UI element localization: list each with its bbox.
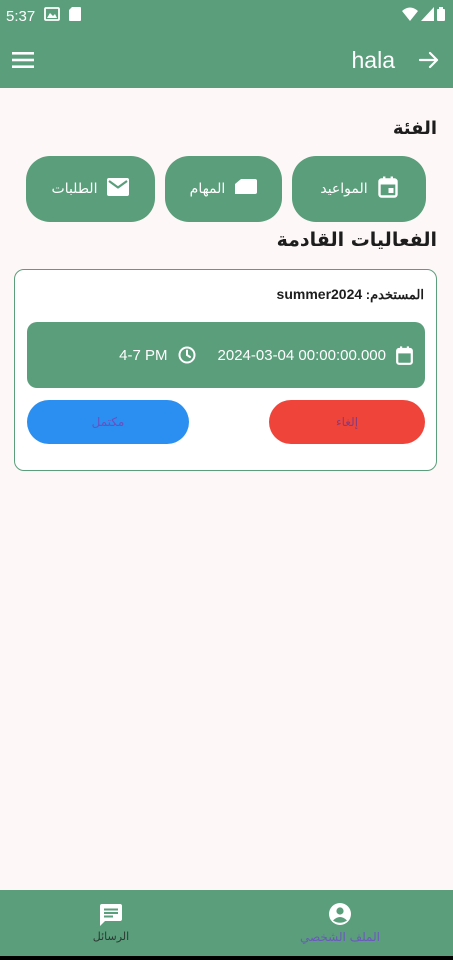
system-navigation-bar [0,956,453,960]
event-card: المستخدم: summer2024 4-7 PM 2024-03-04 0… [14,269,437,471]
gallery-notification-icon [44,7,61,25]
account-circle-icon [328,902,352,926]
complete-button[interactable]: مكتمل [27,400,189,444]
clock-icon [178,346,196,364]
chat-icon [100,903,122,926]
nav-profile[interactable]: الملف الشخصي [280,890,400,956]
battery-icon [437,7,445,25]
nav-profile-label: الملف الشخصي [300,930,380,944]
upcoming-events-heading: الفعاليات القادمة [276,229,437,251]
cancel-button[interactable]: إلغاء [269,400,425,444]
calendar-icon [377,176,398,202]
category-label: الطلبات [51,181,98,197]
category-appointments-button[interactable]: المواعيد [292,156,426,222]
time-range: 4-7 PM [119,346,168,364]
signal-icon [421,7,434,25]
category-label: المهام [189,181,226,197]
nav-messages[interactable]: الرسائل [56,890,166,956]
mail-icon [107,178,130,200]
nav-messages-label: الرسائل [92,929,130,943]
label-icon [235,179,258,199]
event-details: 4-7 PM 2024-03-04 00:00:00.000 [27,322,425,388]
page-title: hala [351,46,395,73]
arrow-forward-icon[interactable] [419,51,439,69]
status-bar: 5:37 [0,0,453,32]
category-tasks-button[interactable]: المهام [165,156,282,222]
category-label: المواعيد [320,181,368,197]
bottom-navigation: الرسائل الملف الشخصي [0,890,453,956]
menu-icon[interactable] [12,52,34,68]
status-time: 5:37 [6,7,36,25]
categories-heading: الفئة [392,118,437,139]
user-label: المستخدم: [365,287,424,302]
wifi-icon [402,7,418,25]
calendar-icon [396,345,413,365]
cancel-label: إلغاء [335,415,359,429]
event-datetime: 2024-03-04 00:00:00.000 [217,346,386,364]
username: summer2024 [276,286,363,302]
category-requests-button[interactable]: الطلبات [26,156,155,222]
event-user: المستخدم: summer2024 [277,286,424,303]
complete-label: مكتمل [91,415,125,429]
app-bar: hala [0,32,453,88]
sd-card-icon [69,7,82,25]
